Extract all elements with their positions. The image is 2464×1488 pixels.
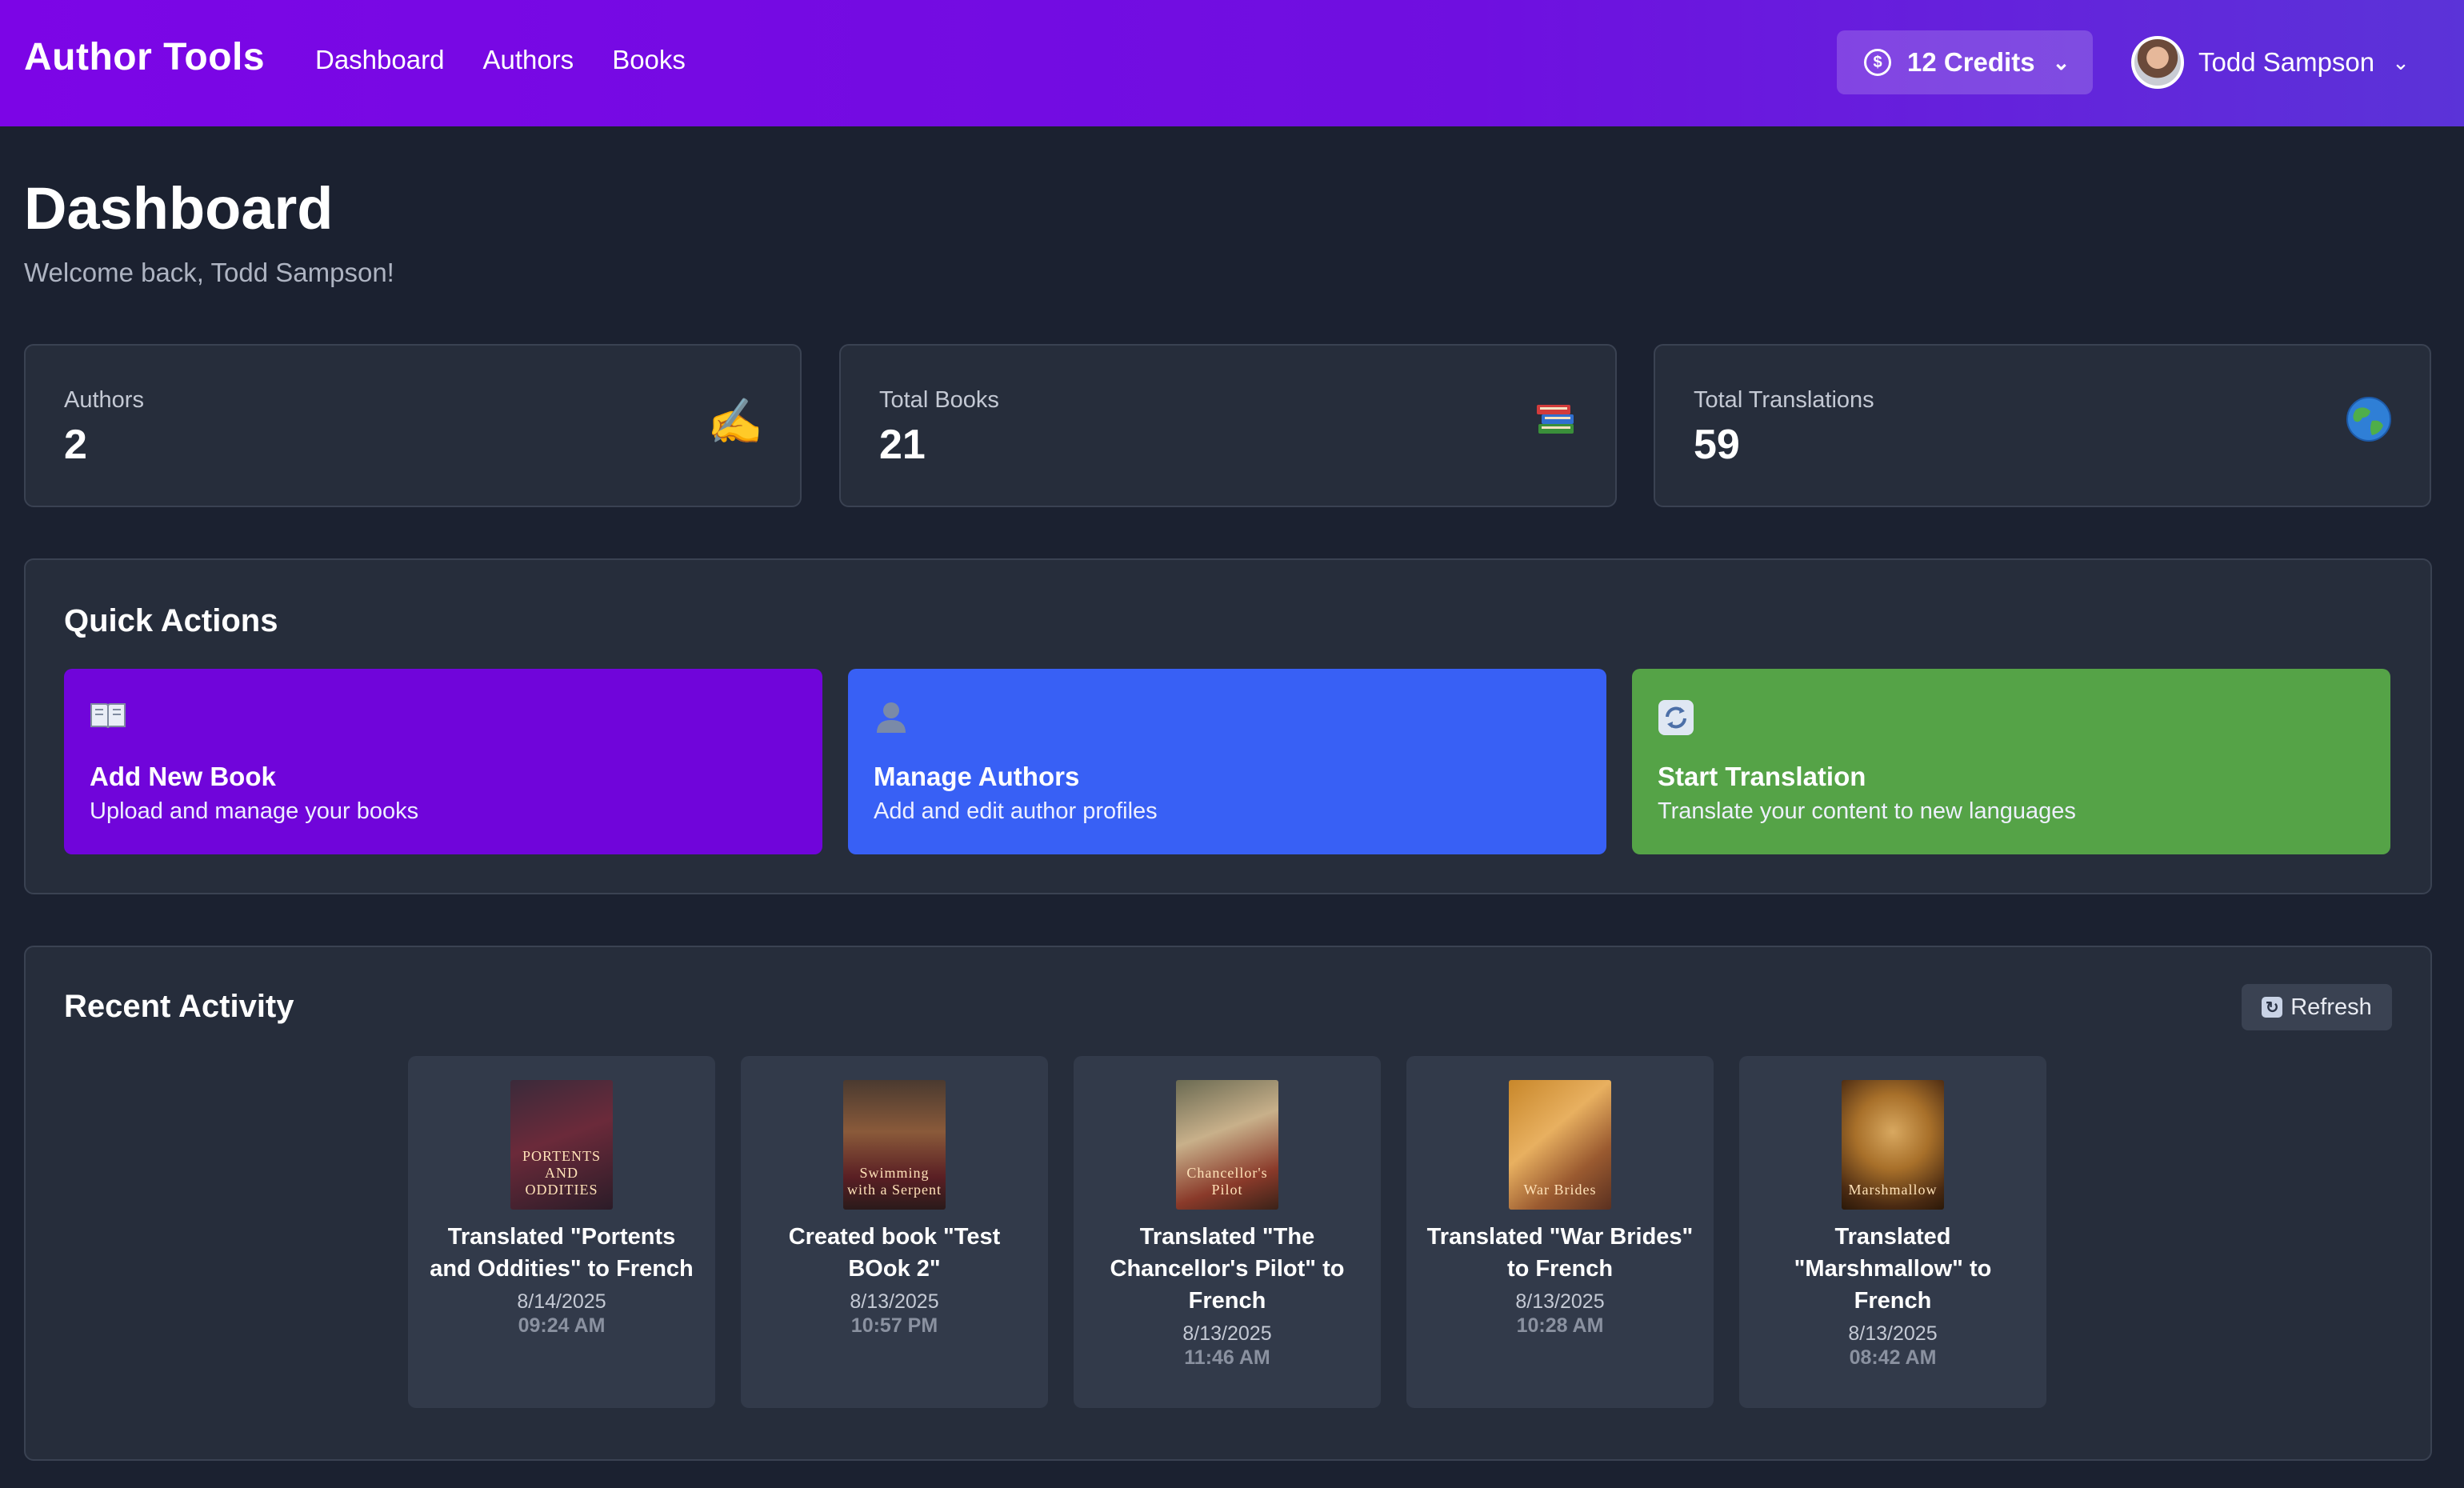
stat-value: 2 xyxy=(64,422,87,468)
avatar xyxy=(2131,36,2184,89)
activity-description: Translated "War Brides" to French xyxy=(1426,1224,1694,1282)
book-cover: War Brides xyxy=(1509,1080,1611,1210)
main-nav: Dashboard Authors Books xyxy=(315,45,686,75)
activity-text-block: Created book "Test BOok 2" 8/13/2025 10:… xyxy=(757,1221,1032,1338)
activity-date: 8/14/2025 xyxy=(517,1290,606,1313)
quick-action-title: Manage Authors xyxy=(874,762,1080,791)
activity-time: 11:46 AM xyxy=(1184,1346,1270,1369)
stat-card-authors: Authors 2 ✍ xyxy=(24,344,802,507)
manage-authors-button[interactable]: Manage Authors Add and edit author profi… xyxy=(848,669,1606,854)
start-translation-button[interactable]: Start Translation Translate your content… xyxy=(1632,669,2390,854)
stat-card-total-translations: Total Translations 59 xyxy=(1654,344,2431,507)
nav-dashboard[interactable]: Dashboard xyxy=(315,45,444,75)
recent-activity-title: Recent Activity xyxy=(64,989,294,1024)
activity-description: Translated "Marshmallow" to French xyxy=(1794,1224,1992,1314)
refresh-label: Refresh xyxy=(2290,994,2372,1020)
activity-card[interactable]: War Brides Translated "War Brides" to Fr… xyxy=(1406,1056,1714,1408)
chevron-down-icon: ⌄ xyxy=(2392,50,2410,74)
nav-authors[interactable]: Authors xyxy=(482,45,574,75)
quick-action-subtitle: Translate your content to new languages xyxy=(1658,798,2076,824)
books-icon xyxy=(1534,395,1578,450)
add-new-book-button[interactable]: Add New Book Upload and manage your book… xyxy=(64,669,822,854)
person-icon xyxy=(874,699,909,742)
quick-action-title: Start Translation xyxy=(1658,762,1866,791)
activity-text-block: Translated "The Chancellor's Pilot" to F… xyxy=(1090,1221,1365,1370)
open-book-icon xyxy=(90,699,126,738)
top-navbar: Author Tools Dashboard Authors Books $ 1… xyxy=(0,0,2464,126)
activity-date: 8/13/2025 xyxy=(1848,1322,1938,1345)
credits-label: 12 Credits xyxy=(1907,47,2035,77)
activity-date: 8/13/2025 xyxy=(1182,1322,1272,1345)
activity-time: 08:42 AM xyxy=(1849,1346,1937,1369)
activity-description: Created book "Test BOok 2" xyxy=(788,1224,1001,1282)
activity-text-block: Translated "Portents and Oddities" to Fr… xyxy=(424,1221,699,1338)
quick-action-subtitle: Upload and manage your books xyxy=(90,798,419,824)
activity-date: 8/13/2025 xyxy=(850,1290,939,1313)
activity-description: Translated "The Chancellor's Pilot" to F… xyxy=(1110,1224,1345,1314)
refresh-button[interactable]: ↻ Refresh xyxy=(2242,984,2392,1030)
activity-card[interactable]: Swimming with a Serpent Created book "Te… xyxy=(741,1056,1048,1408)
refresh-icon xyxy=(1658,699,1694,744)
activity-card[interactable]: PORTENTS AND ODDITIES Translated "Porten… xyxy=(408,1056,715,1408)
writing-hand-icon: ✍ xyxy=(707,396,763,446)
stat-label: Total Books xyxy=(879,387,999,413)
activity-text-block: Translated "War Brides" to French 8/13/2… xyxy=(1422,1221,1698,1338)
user-menu[interactable]: Todd Sampson ⌄ xyxy=(2131,35,2410,90)
nav-books[interactable]: Books xyxy=(612,45,686,75)
welcome-message: Welcome back, Todd Sampson! xyxy=(24,258,394,287)
activity-time: 10:57 PM xyxy=(850,1314,938,1337)
activity-text-block: Translated "Marshmallow" to French 8/13/… xyxy=(1755,1221,2030,1370)
page-title: Dashboard xyxy=(24,175,334,242)
book-cover: Chancellor's Pilot xyxy=(1176,1080,1278,1210)
stat-value: 59 xyxy=(1694,422,1740,468)
stat-card-total-books: Total Books 21 xyxy=(839,344,1617,507)
quick-actions-title: Quick Actions xyxy=(64,603,278,638)
credits-dropdown[interactable]: $ 12 Credits ⌄ xyxy=(1837,30,2093,94)
activity-description: Translated "Portents and Oddities" to Fr… xyxy=(430,1224,694,1282)
activity-card[interactable]: Marshmallow Translated "Marshmallow" to … xyxy=(1739,1056,2046,1408)
user-name: Todd Sampson xyxy=(2198,47,2375,77)
activity-time: 09:24 AM xyxy=(518,1314,606,1337)
activity-card[interactable]: Chancellor's Pilot Translated "The Chanc… xyxy=(1074,1056,1381,1408)
brand-logo[interactable]: Author Tools xyxy=(24,35,265,79)
activity-time: 10:28 AM xyxy=(1516,1314,1604,1337)
stat-value: 21 xyxy=(879,422,926,468)
chevron-down-icon: ⌄ xyxy=(2052,50,2070,74)
book-cover: PORTENTS AND ODDITIES xyxy=(510,1080,613,1210)
stat-label: Authors xyxy=(64,387,144,413)
quick-action-subtitle: Add and edit author profiles xyxy=(874,798,1158,824)
activity-date: 8/13/2025 xyxy=(1515,1290,1605,1313)
refresh-icon: ↻ xyxy=(2262,997,2283,1018)
globe-icon xyxy=(2345,395,2393,454)
book-cover: Marshmallow xyxy=(1842,1080,1944,1210)
quick-action-title: Add New Book xyxy=(90,762,276,791)
dollar-coin-icon: $ xyxy=(1864,49,1891,76)
stat-label: Total Translations xyxy=(1694,387,1874,413)
book-cover: Swimming with a Serpent xyxy=(843,1080,946,1210)
